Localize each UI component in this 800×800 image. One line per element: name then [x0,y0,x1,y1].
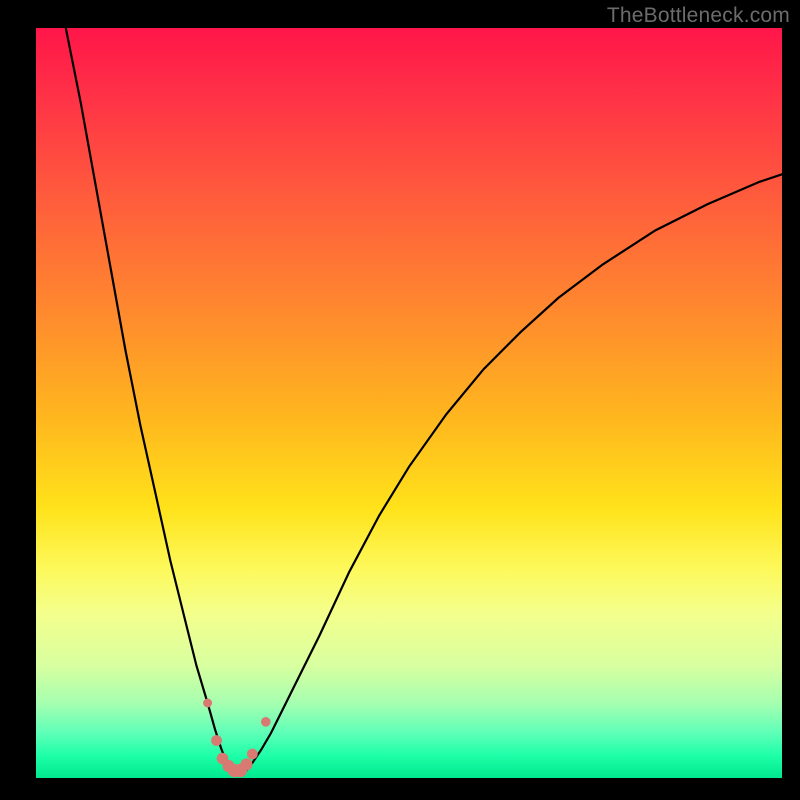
curve-marker [247,749,258,760]
chart-frame: TheBottleneck.com [0,0,800,800]
curve-markers [203,699,271,778]
curve-svg [36,28,782,778]
curve-marker [240,758,252,770]
curve-marker [203,699,212,708]
plot-area [36,28,782,778]
watermark-text: TheBottleneck.com [607,4,790,28]
bottleneck-curve-path [66,28,782,772]
curve-marker [211,735,222,746]
curve-marker [261,717,271,727]
